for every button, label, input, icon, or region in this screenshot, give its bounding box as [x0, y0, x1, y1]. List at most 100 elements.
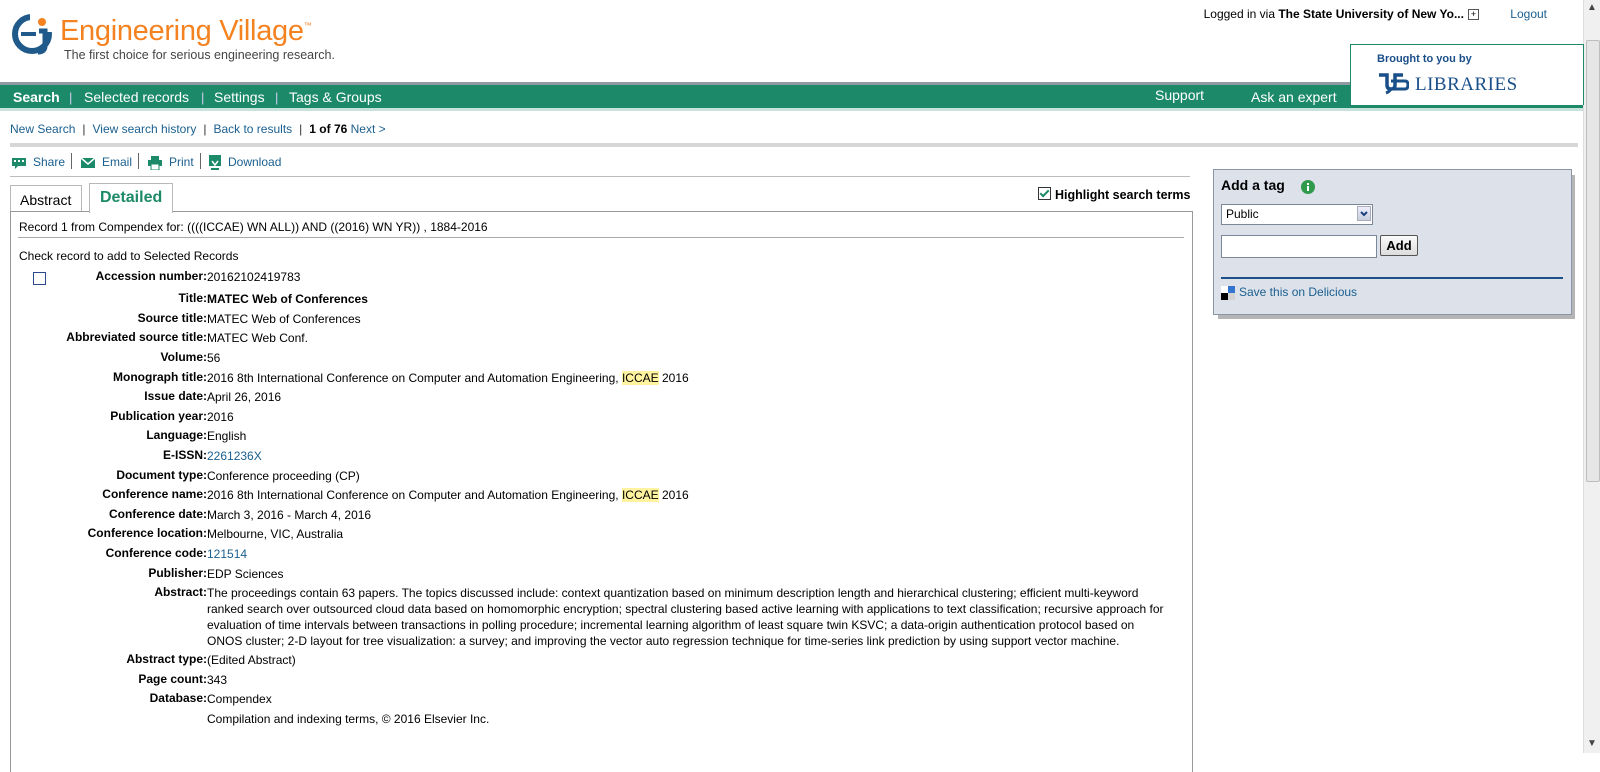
tag-input[interactable]	[1221, 235, 1377, 258]
field-label: Publisher:	[148, 566, 207, 580]
scroll-thumb[interactable]	[1586, 40, 1600, 482]
field-value: MATEC Web of Conferences	[207, 312, 361, 326]
brought-to-you-label: Brought to you by	[1377, 53, 1472, 65]
page-scrollbar[interactable]: ▲ ▼	[1583, 0, 1600, 753]
save-delicious-link[interactable]: Save this on Delicious	[1221, 285, 1357, 300]
chevron-down-icon	[1357, 206, 1371, 221]
tab-detailed-label: Detailed	[100, 189, 163, 206]
nav-tags-groups[interactable]: Tags & Groups	[289, 89, 382, 105]
share-button[interactable]: Share	[11, 155, 65, 170]
field-label: Monograph title:	[113, 370, 207, 384]
field-value: EDP Sciences	[207, 567, 284, 581]
libraries-text: LIBRARIES	[1415, 74, 1518, 95]
field-label: Volume:	[160, 350, 207, 364]
plus-icon[interactable]: +	[1467, 9, 1479, 21]
download-label: Download	[228, 155, 282, 170]
field-label: Conference location:	[87, 526, 207, 540]
field-label: Abstract type:	[126, 652, 207, 666]
logo-tagline: The first choice for serious engineering…	[64, 48, 335, 62]
tab-detailed[interactable]: Detailed	[89, 183, 173, 213]
info-icon[interactable]	[1301, 180, 1315, 194]
check-instruction: Check record to add to Selected Records	[19, 249, 239, 263]
print-icon	[148, 155, 162, 170]
highlight-label: Highlight search terms	[1055, 188, 1191, 202]
field-label: Publication year:	[110, 409, 207, 423]
email-icon	[80, 157, 96, 168]
nav-selected-records[interactable]: Selected records	[84, 89, 189, 105]
library-branding[interactable]: Brought to you by LIBRARIES	[1350, 44, 1584, 105]
new-search-link[interactable]: New Search	[10, 122, 75, 136]
field-label: Conference name:	[102, 487, 207, 501]
action-separator	[71, 153, 72, 169]
search-term-highlight: ICCAE	[621, 371, 659, 385]
nav-support[interactable]: Support	[1155, 87, 1204, 103]
field-label: Conference date:	[108, 507, 207, 521]
logout-link[interactable]: Logout	[1510, 7, 1547, 21]
email-label: Email	[102, 155, 133, 169]
field-value: March 3, 2016 - March 4, 2016	[207, 508, 372, 522]
nav-separator: |	[69, 90, 73, 105]
copyright-text: Compilation and indexing terms, © 2016 E…	[207, 712, 490, 726]
view-history-link[interactable]: View search history	[93, 122, 197, 136]
field-label: Abbreviated source title:	[66, 330, 207, 344]
highlight-checkbox[interactable]	[1038, 187, 1051, 200]
field-label: Title:	[178, 291, 207, 305]
field-label: Database:	[149, 691, 207, 705]
delicious-icon	[1221, 285, 1235, 300]
record-panel: Record 1 from Compendex for: ((((ICCAE) …	[10, 211, 1193, 772]
nav-settings[interactable]: Settings	[214, 89, 265, 105]
share-icon	[12, 157, 26, 169]
field-label: Document type:	[116, 468, 207, 482]
download-icon	[209, 155, 221, 170]
scroll-up-arrow[interactable]: ▲	[1587, 2, 1597, 13]
field-label: Abstract:	[154, 585, 207, 599]
abstract-text: The proceedings contain 63 papers. The t…	[207, 586, 1164, 648]
logo[interactable]: Engineering Village™ The first choice fo…	[12, 12, 342, 72]
record-header: Record 1 from Compendex for: ((((ICCAE) …	[19, 220, 488, 234]
tag-scope-select[interactable]: Public	[1221, 204, 1373, 225]
login-institution: The State University of New Yo...	[1278, 7, 1464, 21]
scroll-down-arrow[interactable]: ▼	[1587, 738, 1597, 749]
tag-scope-value: Public	[1226, 207, 1259, 221]
record-breadcrumb: New Search | View search history | Back to r…	[10, 122, 386, 136]
field-label: Conference code:	[105, 546, 207, 560]
nav-ask-expert[interactable]: Ask an expert	[1251, 89, 1337, 105]
field-label: Issue date:	[144, 389, 207, 403]
field-label: Page count:	[138, 672, 207, 686]
nav-search[interactable]: Search	[13, 89, 60, 105]
field-label: Accession number:	[95, 269, 207, 283]
tag-panel: Add a tag Public Add Save this on Delici…	[1213, 169, 1572, 315]
field-value: English	[207, 429, 247, 443]
record-position: 1 of 76	[309, 122, 348, 136]
search-term-highlight: ICCAE	[621, 488, 659, 502]
select-record-checkbox[interactable]	[33, 272, 46, 285]
download-button[interactable]: Download	[208, 155, 281, 171]
divider	[10, 143, 1578, 147]
nav-separator: |	[201, 90, 205, 105]
field-value: Conference proceeding (CP)	[207, 469, 360, 483]
email-button[interactable]: Email	[80, 155, 132, 169]
conf-code-link[interactable]: 121514	[207, 546, 247, 562]
divider	[18, 237, 1184, 238]
print-button[interactable]: Print	[147, 155, 194, 170]
divider	[10, 176, 1190, 177]
field-value: 2016 8th International Conference on Com…	[207, 371, 689, 385]
nav-bottom-border	[0, 108, 1583, 111]
field-value: 56	[207, 351, 221, 365]
field-value: 20162102419783	[207, 270, 301, 284]
field-label: Source title:	[137, 311, 207, 325]
tab-abstract[interactable]: Abstract	[10, 185, 82, 212]
eissn-link[interactable]: 2261236X	[207, 448, 262, 464]
delicious-label: Save this on Delicious	[1239, 285, 1358, 299]
highlight-toggle[interactable]: Highlight search terms	[1038, 187, 1190, 202]
field-value: April 26, 2016	[207, 390, 282, 404]
ub-icon	[1379, 73, 1409, 95]
add-tag-button[interactable]: Add	[1380, 235, 1418, 256]
field-value: Compendex	[207, 692, 272, 706]
logo-title: Engineering Village™	[60, 15, 312, 47]
print-label: Print	[169, 155, 194, 169]
field-value: MATEC Web Conf.	[207, 331, 308, 345]
next-record-link[interactable]: Next >	[351, 122, 386, 136]
back-to-results-link[interactable]: Back to results	[213, 122, 292, 136]
field-label: Language:	[146, 428, 207, 442]
